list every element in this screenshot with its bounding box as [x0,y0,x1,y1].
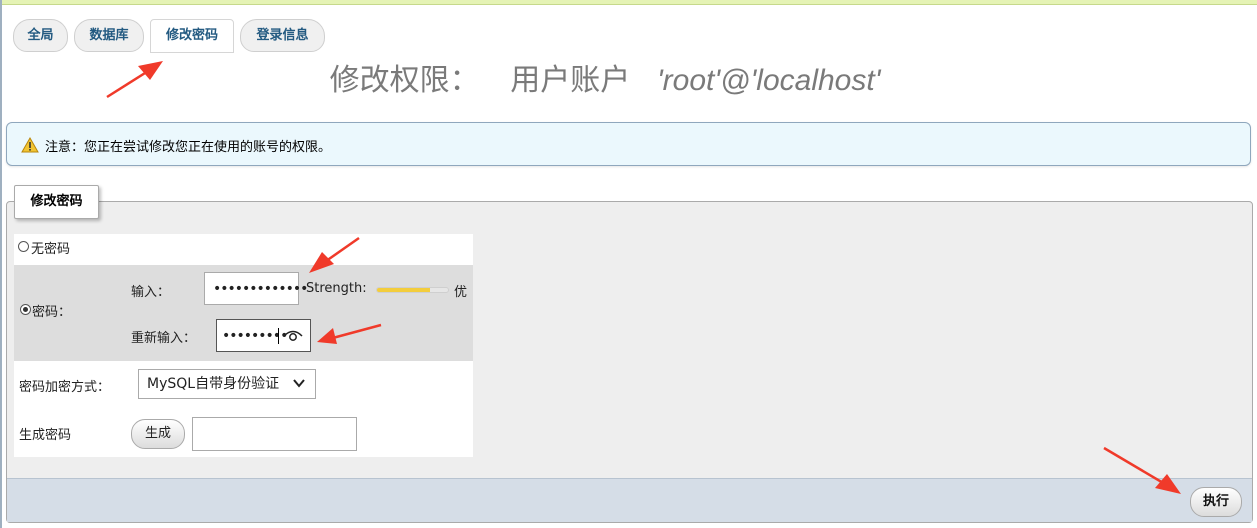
hash-method-value: MySQL自带身份验证 [147,376,280,392]
chevron-down-icon [293,379,305,388]
no-password-row: 无密码 [14,234,473,265]
notice-box: 注意：您正在尝试修改您正在使用的账号的权限。 [6,122,1251,166]
tab-login-info[interactable]: 登录信息 [240,19,325,52]
tab-change-password[interactable]: 修改密码 [150,19,234,53]
text-caret [278,328,279,344]
reenter-label: 重新输入： [131,331,197,346]
hash-method-row: 密码加密方式： MySQL自带身份验证 [14,361,473,409]
password-input[interactable]: ••••••••••••• [204,272,308,305]
generate-password-row: 生成密码 生成 [14,409,473,457]
password-input-value: ••••••••••••• [213,281,308,297]
form-footer: 执行 [7,478,1252,522]
tab-global[interactable]: 全局 [13,19,68,52]
generate-button[interactable]: 生成 [131,419,185,449]
title-account-value: 'root'@'localhost' [656,64,881,97]
generated-password-input[interactable] [192,417,357,451]
password-radio[interactable] [20,304,31,315]
top-border [0,0,1257,5]
password-label[interactable]: 密码： [32,301,71,320]
hash-method-label: 密码加密方式： [19,380,111,395]
execute-button[interactable]: 执行 [1190,487,1242,517]
notice-text: 注意：您正在尝试修改您正在使用的账号的权限。 [45,140,332,155]
tab-database[interactable]: 数据库 [74,19,144,52]
strength-meter [376,287,449,293]
title-account-label: 用户账户 [510,64,631,97]
enter-label: 输入： [131,285,171,300]
title-prefix: 修改权限： [329,64,480,97]
eye-icon[interactable] [283,329,303,343]
fieldset-legend: 修改密码 [14,185,99,219]
hash-method-select[interactable]: MySQL自带身份验证 [138,369,316,399]
strength-label: Strength: [306,281,367,296]
reenter-password-input[interactable]: ••••••••• [216,319,311,352]
password-form: 无密码 密码： 输入： ••••••••••••• Strength: 优 重新… [14,234,473,457]
no-password-label[interactable]: 无密码 [31,238,70,257]
strength-word: 优 [454,285,468,300]
page-title: 修改权限： 用户账户 'root'@'localhost' [0,55,1210,99]
warning-icon [21,137,39,153]
password-row: 密码： 输入： ••••••••••••• Strength: 优 重新输入： … [14,265,473,361]
strength-meter-fill [377,288,431,292]
no-password-radio[interactable] [18,241,29,252]
generate-password-label: 生成密码 [19,428,72,443]
